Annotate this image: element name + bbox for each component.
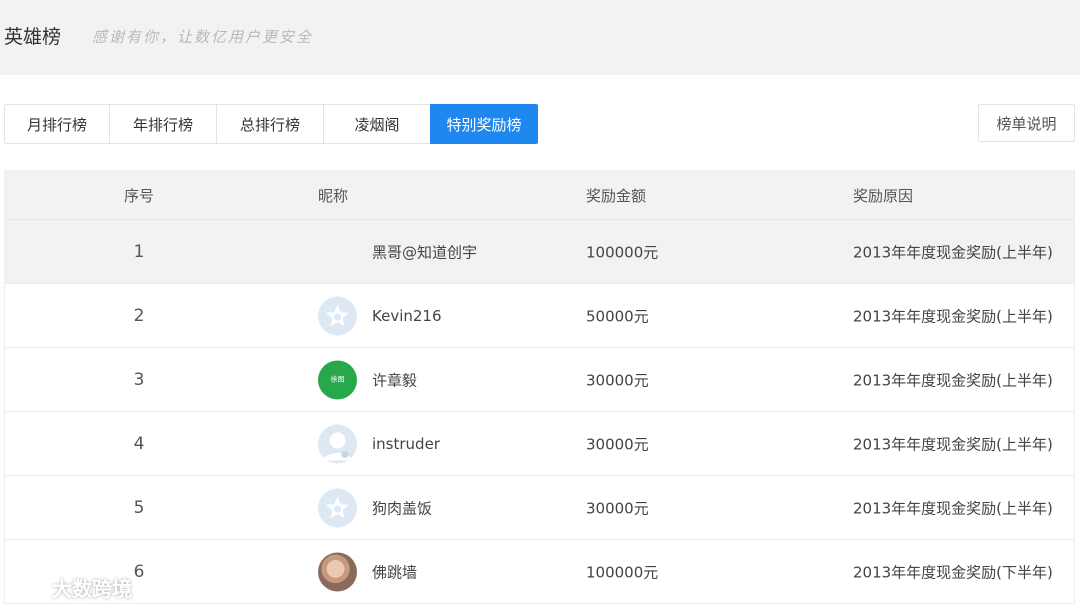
header-amount: 奖励金额 — [586, 187, 647, 205]
nickname-cell[interactable]: instruder — [372, 435, 440, 453]
reason-cell: 2013年年度现金奖励(上半年) — [853, 307, 1053, 325]
table-row: 3 徐图 许章毅 30000元 2013年年度现金奖励(上半年) — [5, 348, 1074, 412]
reason-cell: 2013年年度现金奖励(上半年) — [853, 499, 1053, 517]
photo-avatar[interactable] — [318, 552, 357, 591]
reason-cell: 2013年年度现金奖励(下半年) — [853, 563, 1053, 581]
rank-cell: 1 — [133, 241, 145, 262]
reason-cell: 2013年年度现金奖励(上半年) — [853, 371, 1053, 389]
header-nickname: 昵称 — [318, 187, 349, 205]
header-rank: 序号 — [123, 187, 154, 205]
tab-total[interactable]: 总排行榜 — [216, 104, 324, 144]
green-logo-avatar[interactable]: 徐图 — [318, 360, 357, 399]
page-slogan: 感谢有你，让数亿用户更安全 — [92, 28, 314, 46]
nickname-cell[interactable]: 黑哥@知道创宇 — [372, 241, 477, 262]
table-header: 序号 昵称 奖励金额 奖励原因 — [5, 170, 1074, 220]
amount-cell: 100000元 — [586, 563, 659, 581]
amount-cell: 100000元 — [586, 243, 659, 261]
amount-cell: 30000元 — [586, 371, 649, 389]
table-row: 5 狗肉盖饭 30000元 2013年年度现金奖励(上半年) — [5, 476, 1074, 540]
reason-cell: 2013年年度现金奖励(上半年) — [853, 435, 1053, 453]
table-row: 1 黑哥@知道创宇 100000元 2013年年度现金奖励(上半年) — [5, 220, 1074, 284]
top-banner: 英雄榜 感谢有你，让数亿用户更安全 — [0, 0, 1080, 75]
star-avatar-icon[interactable] — [318, 296, 357, 335]
tab-monthly[interactable]: 月排行榜 — [4, 104, 110, 144]
rank-cell: 5 — [133, 497, 145, 518]
nickname-cell[interactable]: 狗肉盖饭 — [372, 497, 432, 518]
watermark-text: 大数跨境 — [52, 577, 132, 601]
watermark-logo-icon — [8, 579, 46, 595]
default-user-avatar-icon[interactable] — [318, 424, 357, 463]
table-row: 6 佛跳墙 100000元 2013年年度现金奖励(下半年) — [5, 540, 1074, 604]
star-avatar-icon[interactable] — [318, 488, 357, 527]
nickname-cell[interactable]: 佛跳墙 — [372, 561, 417, 582]
reason-cell: 2013年年度现金奖励(上半年) — [853, 243, 1053, 261]
ranking-tabs: 月排行榜 年排行榜 总排行榜 凌烟阁 特别奖励榜 — [4, 104, 538, 144]
nickname-cell[interactable]: 许章毅 — [372, 369, 417, 390]
rank-cell: 3 — [133, 369, 145, 390]
amount-cell: 30000元 — [586, 435, 649, 453]
amount-cell: 50000元 — [586, 307, 649, 325]
tab-lingyange[interactable]: 凌烟阁 — [323, 104, 431, 144]
ranking-help-button[interactable]: 榜单说明 — [978, 104, 1075, 142]
nickname-cell[interactable]: Kevin216 — [372, 307, 442, 325]
table-row: 4 instruder 30000元 2013年年度现金奖励(上半年) — [5, 412, 1074, 476]
table-row: 2 Kevin216 50000元 2013年年度现金奖励(上半年) — [5, 284, 1074, 348]
rank-cell: 4 — [133, 433, 145, 454]
reward-table: 序号 昵称 奖励金额 奖励原因 1 黑哥@知道创宇 100000元 2013年年… — [4, 170, 1075, 604]
watermark: 大数跨境 — [8, 573, 132, 602]
header-reason: 奖励原因 — [853, 187, 914, 205]
amount-cell: 30000元 — [586, 499, 649, 517]
tab-yearly[interactable]: 年排行榜 — [109, 104, 217, 144]
tab-special-reward[interactable]: 特别奖励榜 — [430, 104, 538, 144]
page-title: 英雄榜 — [4, 26, 62, 48]
rank-cell: 2 — [133, 305, 145, 326]
